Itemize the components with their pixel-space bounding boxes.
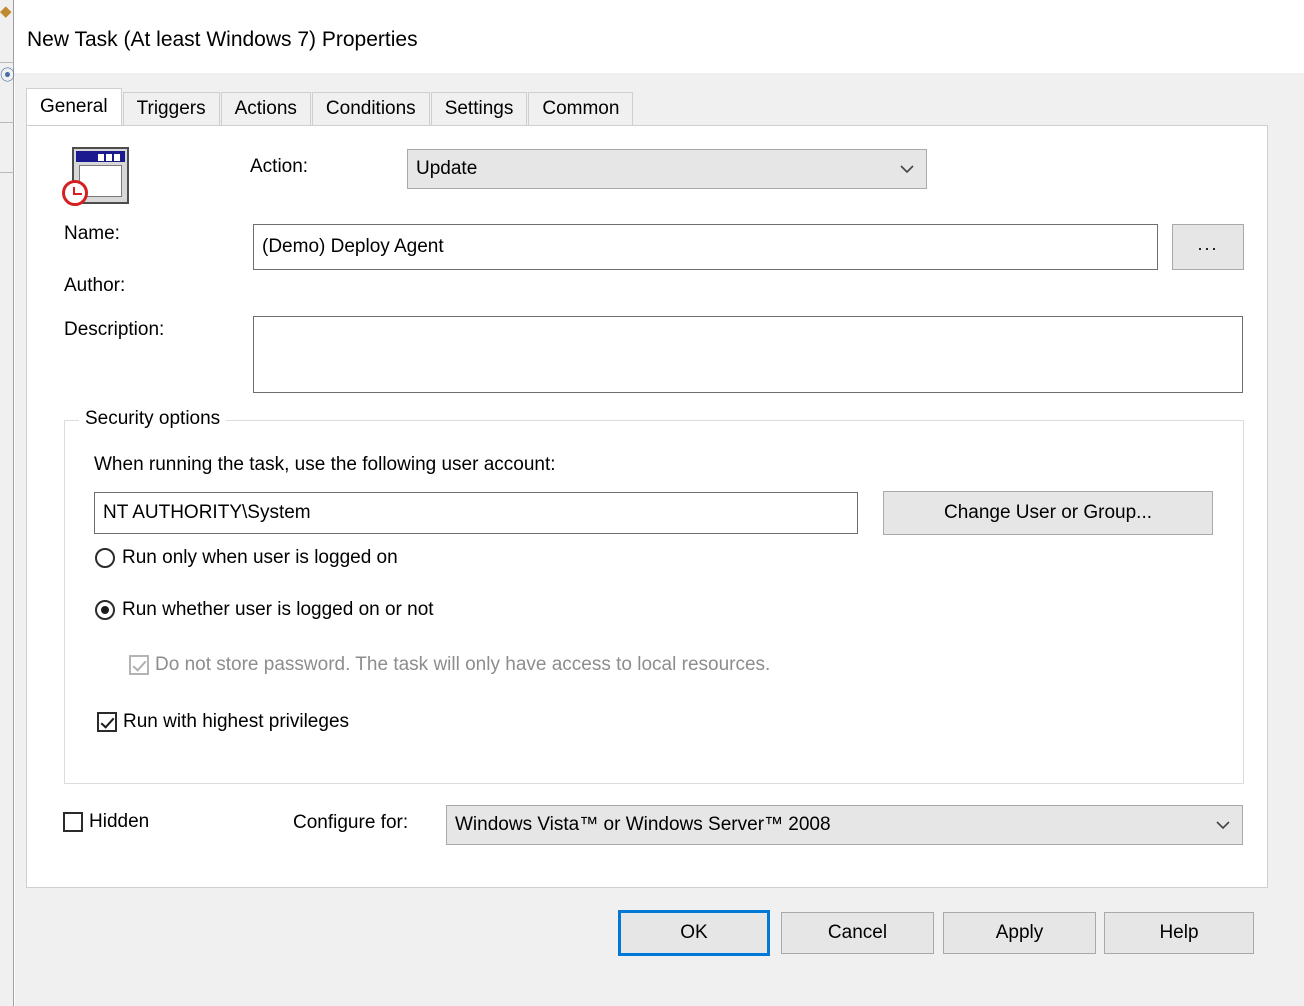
configure-for-dropdown[interactable]: Windows Vista™ or Windows Server™ 2008 [446,805,1243,845]
general-tab-panel: Action: Update Name: (Demo) Deploy Agent… [26,125,1268,888]
browse-button[interactable]: ... [1172,224,1244,270]
dialog-title: New Task (At least Windows 7) Properties [27,28,418,51]
checkbox-hidden[interactable]: Hidden [63,811,149,833]
radio-checked-icon [95,600,115,620]
tab-triggers[interactable]: Triggers [122,92,220,125]
checkbox-hidden-label: Hidden [89,811,150,832]
radio-run-only-when-logged-on[interactable]: Run only when user is logged on [95,547,398,569]
action-label: Action: [250,156,309,177]
name-input[interactable]: (Demo) Deploy Agent [253,224,1158,270]
tab-actions[interactable]: Actions [220,92,311,125]
scheduled-task-icon [62,147,132,209]
background-divider-3 [0,172,14,173]
background-divider-1 [0,62,14,63]
tab-conditions[interactable]: Conditions [311,92,430,125]
configure-for-label: Configure for: [293,812,409,833]
radio-unchecked-icon [95,548,115,568]
configure-for-value: Windows Vista™ or Windows Server™ 2008 [455,814,831,835]
tab-strip: General Triggers Actions Conditions Sett… [26,88,634,125]
checkbox-checked-disabled-icon [129,655,149,675]
checkbox-run-with-highest-privileges-label: Run with highest privileges [123,711,350,732]
checkbox-run-with-highest-privileges[interactable]: Run with highest privileges [97,711,349,733]
background-divider-2 [0,122,14,123]
dialog-titlebar: New Task (At least Windows 7) Properties [15,1,1304,73]
icon-window-button-2 [106,154,112,161]
icon-window-button-1 [98,154,104,161]
clock-badge-icon [62,180,88,206]
description-input[interactable] [253,316,1243,393]
icon-window-titlebar [76,151,125,162]
icon-window-button-3 [114,154,120,161]
radio-run-whether-logged-on-or-not[interactable]: Run whether user is logged on or not [95,599,434,621]
action-dropdown[interactable]: Update [407,149,927,189]
apply-button[interactable]: Apply [943,912,1096,954]
checkbox-do-not-store-password[interactable]: Do not store password. The task will onl… [129,654,770,676]
task-properties-dialog: New Task (At least Windows 7) Properties… [15,0,1304,1006]
author-label: Author: [64,275,126,296]
ok-button[interactable]: OK [618,910,770,956]
cancel-button[interactable]: Cancel [781,912,934,954]
security-options-title: Security options [79,408,227,430]
radio-run-whether-logged-on-or-not-label: Run whether user is logged on or not [122,599,434,620]
checkbox-do-not-store-password-label: Do not store password. The task will onl… [155,654,771,675]
chevron-down-icon [896,150,918,188]
tab-common[interactable]: Common [528,92,634,125]
checkbox-checked-icon [97,712,117,732]
security-options-group: Security options When running the task, … [64,408,1244,784]
user-account-input[interactable]: NT AUTHORITY\System [94,492,858,534]
chevron-down-icon [1212,806,1234,844]
tab-settings[interactable]: Settings [430,92,528,125]
checkbox-unchecked-icon [63,812,83,832]
action-dropdown-value: Update [416,158,478,179]
background-window-sliver: ◆ ⦿ [0,0,16,1006]
name-label: Name: [64,223,120,244]
help-button[interactable]: Help [1104,912,1254,954]
radio-run-only-when-logged-on-label: Run only when user is logged on [122,547,398,568]
tab-general[interactable]: General [26,88,122,125]
description-label: Description: [64,319,165,340]
change-user-or-group-button[interactable]: Change User or Group... [883,491,1213,535]
background-glyph-top: ◆ [0,3,12,20]
account-prompt-label: When running the task, use the following… [94,454,556,475]
background-glyph-mid: ⦿ [0,67,16,84]
